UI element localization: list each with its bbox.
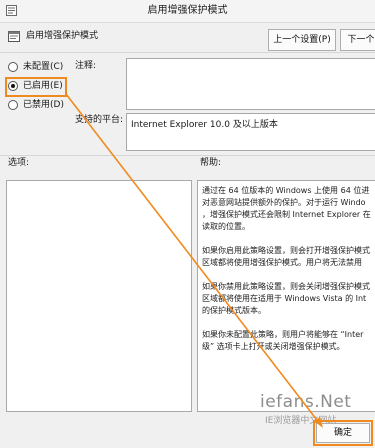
annotation-arrow <box>65 93 323 428</box>
arrow-line <box>65 93 321 425</box>
